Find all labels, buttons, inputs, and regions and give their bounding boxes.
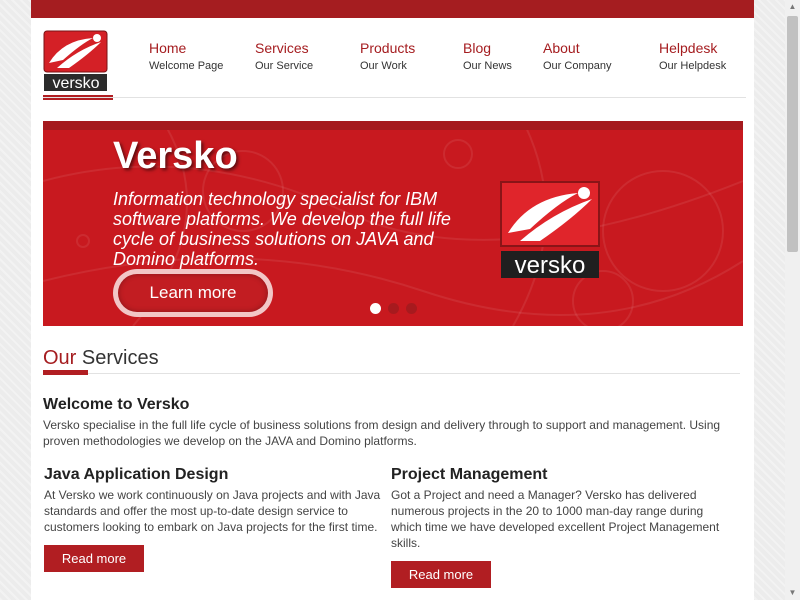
- nav-item-products[interactable]: Products Our Work: [360, 38, 415, 74]
- versko-logo-icon: versko: [500, 181, 600, 279]
- nav-subtitle: Our Company: [543, 60, 612, 72]
- section-heading-rest: Services: [76, 347, 159, 369]
- nav-subtitle: Welcome Page: [149, 60, 224, 72]
- nav-subtitle: Our Service: [255, 60, 314, 72]
- learn-more-label: Learn more: [118, 274, 268, 312]
- nav-item-helpdesk[interactable]: Helpdesk Our Helpdesk: [659, 38, 726, 74]
- nav-title[interactable]: Home: [149, 38, 223, 58]
- slider-title: Versko: [113, 135, 238, 177]
- header-divider: [43, 97, 746, 98]
- service-text-project: Got a Project and need a Manager? Versko…: [391, 488, 720, 550]
- nav-item-home[interactable]: Home Welcome Page: [149, 38, 223, 74]
- nav-item-about[interactable]: About Our Company: [543, 38, 611, 74]
- read-more-button-project[interactable]: Read more: [391, 561, 491, 588]
- main-nav: Home Welcome Page Services Our Service P…: [149, 38, 749, 78]
- page-container: versko Home Welcome Page Services Our Se…: [31, 0, 754, 600]
- nav-item-services[interactable]: Services Our Service: [255, 38, 313, 74]
- section-heading: Our Services: [43, 345, 159, 371]
- slider-logo: versko: [500, 181, 601, 279]
- nav-subtitle: Our Work: [360, 60, 407, 72]
- service-text-java: At Versko we work continuously on Java p…: [44, 488, 381, 534]
- service-title-java: Java Application Design: [44, 466, 229, 483]
- section-divider: [43, 373, 740, 374]
- nav-subtitle: Our Helpdesk: [659, 60, 727, 72]
- scrollbar-thumb[interactable]: [787, 16, 798, 252]
- versko-logo-icon: versko: [43, 30, 108, 92]
- service-title-project: Project Management: [391, 466, 548, 483]
- logo-text: versko: [52, 75, 99, 92]
- site-logo[interactable]: versko: [43, 30, 109, 92]
- top-bar: [31, 0, 754, 18]
- read-more-button-java[interactable]: Read more: [44, 545, 144, 572]
- scroll-down-icon[interactable]: ▼: [785, 586, 800, 600]
- slider-dot-1[interactable]: [370, 303, 381, 314]
- scroll-up-icon[interactable]: ▲: [785, 0, 800, 14]
- nav-title[interactable]: Helpdesk: [659, 38, 726, 58]
- nav-title[interactable]: About: [543, 38, 611, 58]
- slider-logo-text: versko: [515, 252, 586, 279]
- slider-text: Information technology specialist for IB…: [113, 189, 451, 269]
- welcome-text: Versko specialise in the full life cycle…: [43, 418, 721, 448]
- section-accent-bar: [43, 370, 88, 375]
- slider-top-band: [43, 121, 743, 130]
- nav-title[interactable]: Products: [360, 38, 415, 58]
- nav-item-blog[interactable]: Blog Our News: [463, 38, 512, 74]
- hero-slider: Versko Information technology specialist…: [43, 121, 743, 326]
- vertical-scrollbar[interactable]: ▲ ▼: [785, 0, 800, 600]
- learn-more-button[interactable]: Learn more: [113, 269, 273, 317]
- section-heading-accent: Our: [43, 347, 77, 369]
- slider-dot-3[interactable]: [406, 303, 417, 314]
- nav-title[interactable]: Services: [255, 38, 313, 58]
- welcome-title: Welcome to Versko: [43, 396, 190, 413]
- nav-subtitle: Our News: [463, 60, 512, 72]
- slider-dot-2[interactable]: [388, 303, 399, 314]
- nav-title[interactable]: Blog: [463, 38, 512, 58]
